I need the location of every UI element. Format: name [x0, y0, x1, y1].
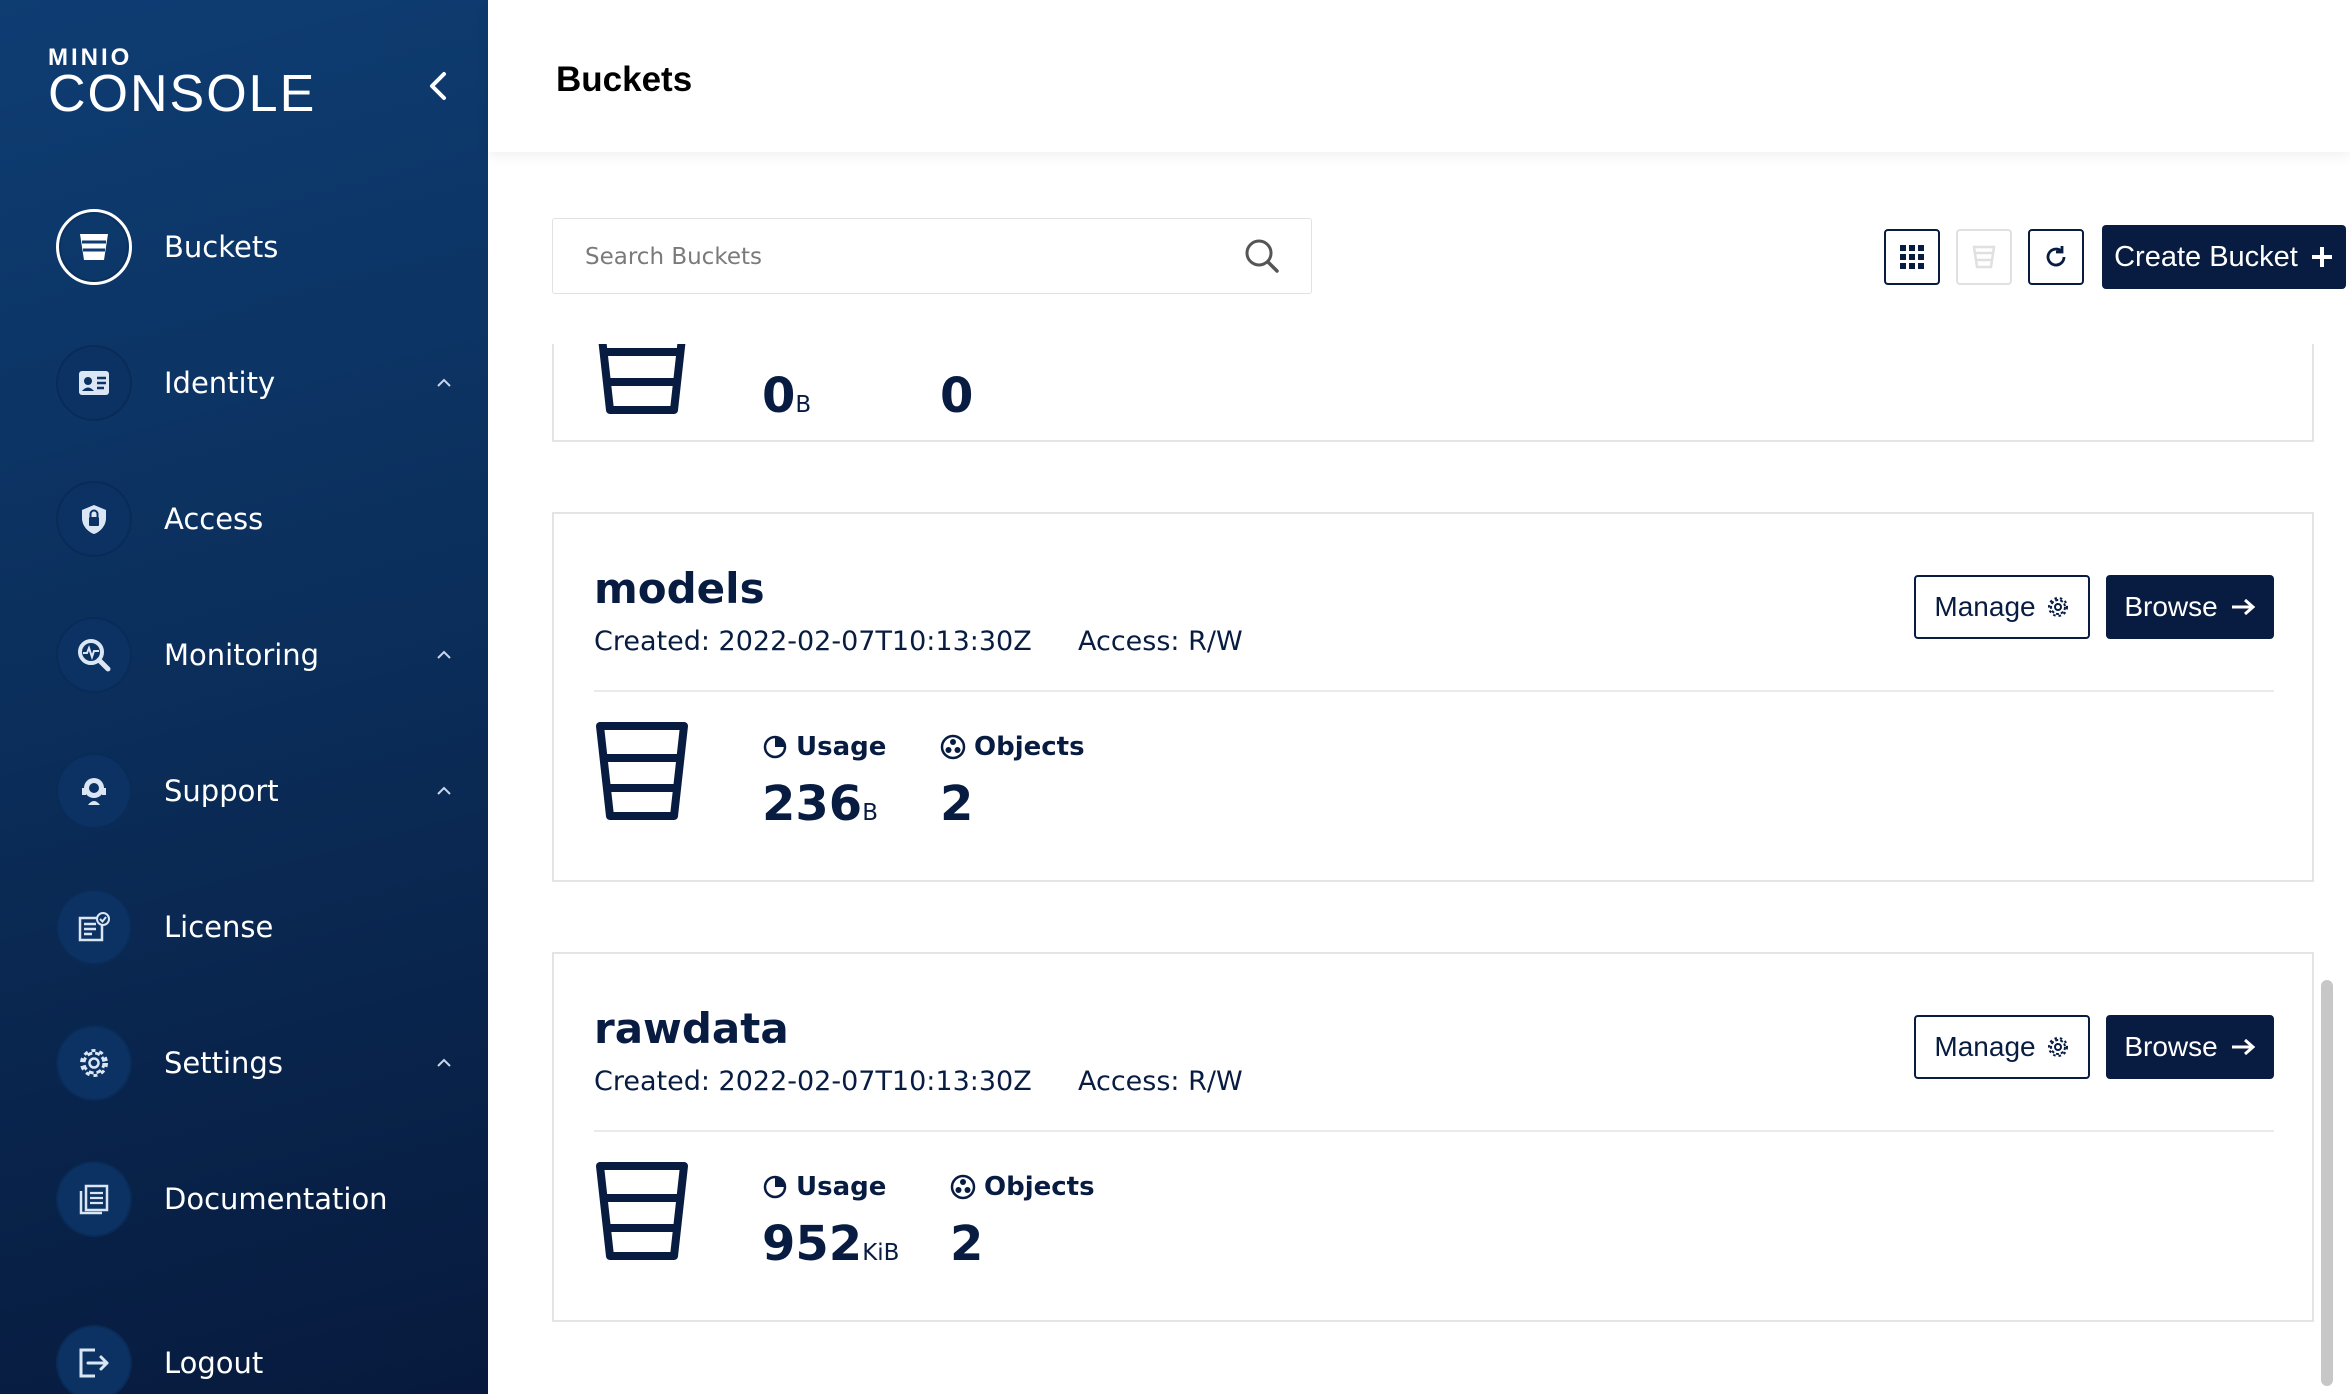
search-icon[interactable] [1242, 236, 1282, 276]
page-header: Buckets [488, 0, 2350, 152]
objects-icon [950, 1174, 976, 1200]
sidebar-item-label: Access [164, 502, 264, 536]
chevron-up-icon[interactable] [432, 1051, 456, 1075]
search-input[interactable] [585, 239, 1225, 275]
sidebar-item-settings[interactable]: Settings [56, 1023, 456, 1103]
grid-icon [1900, 245, 1924, 269]
license-icon [56, 889, 132, 965]
scrollbar-thumb[interactable] [2321, 980, 2333, 1386]
pie-chart-icon [763, 735, 787, 759]
objects-label: Objects [940, 732, 1085, 762]
create-bucket-label: Create Bucket [2114, 240, 2298, 273]
gear-icon [56, 1025, 132, 1101]
card-divider [594, 1130, 2274, 1132]
logo-main-text: CONSOLE [48, 65, 317, 123]
bucket-created: Created: 2022-02-07T10:13:30Z [594, 626, 1032, 657]
sidebar: MINIO CONSOLE Buckets Identity Access Mo… [0, 0, 488, 1394]
collapse-sidebar-button[interactable] [420, 68, 456, 104]
sidebar-item-logout[interactable]: Logout [56, 1323, 456, 1394]
bucket-created: Created: 2022-02-07T10:13:30Z [594, 1066, 1032, 1097]
bucket-view-button[interactable] [1956, 229, 2012, 285]
usage-value: 236B [762, 776, 878, 832]
bucket-card[interactable]: rawdata Created: 2022-02-07T10:13:30Z Ac… [552, 952, 2314, 1322]
chevron-up-icon[interactable] [432, 371, 456, 395]
sidebar-item-label: Logout [164, 1346, 264, 1380]
bucket-icon [598, 344, 686, 414]
browse-button[interactable]: Browse [2106, 1015, 2274, 1079]
usage-label: Usage [762, 1172, 886, 1202]
card-divider [594, 690, 2274, 692]
plus-icon [2311, 247, 2332, 267]
minio-console-logo[interactable]: MINIO CONSOLE [48, 46, 317, 123]
bucket-list: 0B 0 models Created: 2022-02-07T10:13:30… [488, 344, 2350, 1394]
bucket-icon [1972, 245, 1996, 269]
monitoring-icon [56, 617, 132, 693]
manage-button[interactable]: Manage [1914, 575, 2090, 639]
sidebar-item-identity[interactable]: Identity [56, 343, 456, 423]
support-icon [56, 753, 132, 829]
sidebar-item-label: Identity [164, 366, 276, 400]
manage-label: Manage [1934, 591, 2036, 622]
manage-button[interactable]: Manage [1914, 1015, 2090, 1079]
bucket-name[interactable]: models [594, 564, 765, 613]
bucket-access: Access: R/W [1078, 1066, 1243, 1097]
sidebar-item-monitoring[interactable]: Monitoring [56, 615, 456, 695]
bucket-card[interactable]: 0B 0 [552, 344, 2314, 442]
gear-icon [2047, 597, 2068, 617]
pie-chart-icon [763, 1175, 787, 1199]
sidebar-item-label: Buckets [164, 230, 279, 264]
browse-button[interactable]: Browse [2106, 575, 2274, 639]
browse-label: Browse [2124, 591, 2218, 622]
refresh-icon [2046, 246, 2066, 267]
bucket-icon [596, 1162, 688, 1260]
objects-value: 2 [940, 776, 974, 832]
chevron-up-icon[interactable] [432, 779, 456, 803]
sidebar-item-label: Monitoring [164, 638, 320, 672]
arrow-right-icon [2231, 1038, 2255, 1056]
sidebar-item-label: License [164, 910, 274, 944]
usage-value: 0B [762, 368, 812, 424]
sidebar-item-documentation[interactable]: Documentation [56, 1159, 456, 1239]
objects-value: 2 [950, 1216, 984, 1272]
objects-value: 0 [940, 368, 974, 424]
chevron-up-icon[interactable] [432, 643, 456, 667]
usage-value: 952KiB [762, 1216, 900, 1272]
lock-icon [56, 481, 132, 557]
objects-icon [940, 734, 966, 760]
sidebar-item-buckets[interactable]: Buckets [56, 207, 456, 287]
usage-label: Usage [762, 732, 886, 762]
logout-icon [56, 1325, 132, 1394]
page-title: Buckets [556, 60, 693, 99]
bucket-access: Access: R/W [1078, 626, 1243, 657]
documentation-icon [56, 1161, 132, 1237]
id-card-icon [56, 345, 132, 421]
sidebar-item-label: Support [164, 774, 279, 808]
sidebar-item-access[interactable]: Access [56, 479, 456, 559]
arrow-right-icon [2231, 598, 2255, 616]
create-bucket-button[interactable]: Create Bucket [2102, 225, 2346, 289]
bucket-icon [596, 722, 688, 820]
refresh-button[interactable] [2028, 229, 2084, 285]
search-field[interactable] [552, 218, 1312, 294]
bucket-name[interactable]: rawdata [594, 1004, 789, 1053]
sidebar-item-label: Settings [164, 1046, 283, 1080]
chevron-left-icon [430, 72, 446, 100]
sidebar-item-license[interactable]: License [56, 887, 456, 967]
sidebar-item-support[interactable]: Support [56, 751, 456, 831]
sidebar-item-label: Documentation [164, 1182, 388, 1216]
bucket-icon [56, 209, 132, 285]
gear-icon [2047, 1037, 2068, 1057]
browse-label: Browse [2124, 1031, 2218, 1062]
bucket-card[interactable]: models Created: 2022-02-07T10:13:30Z Acc… [552, 512, 2314, 882]
manage-label: Manage [1934, 1031, 2036, 1062]
objects-label: Objects [950, 1172, 1095, 1202]
grid-view-button[interactable] [1884, 229, 1940, 285]
